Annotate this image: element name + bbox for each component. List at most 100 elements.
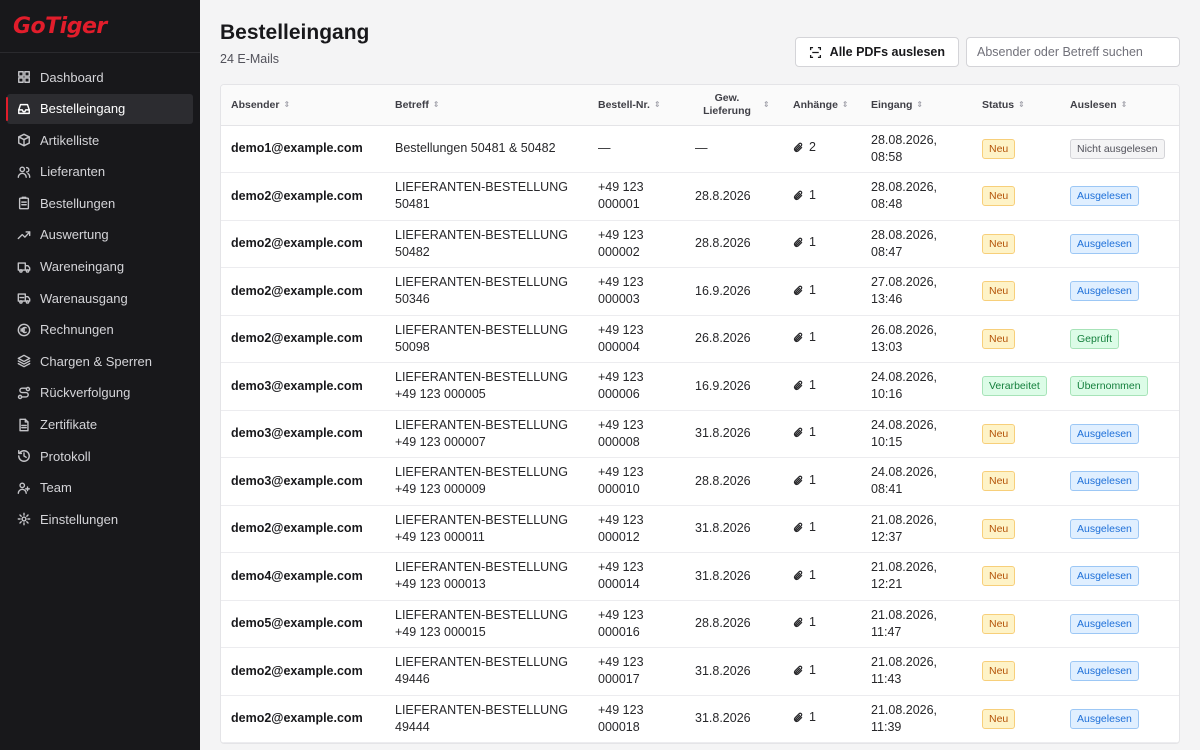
read-status-badge: Geprüft [1070, 328, 1120, 349]
table-row[interactable]: demo2@example.com LIEFERANTEN-BESTELLUNG … [221, 315, 1179, 363]
column-header-label: Betreff [395, 98, 429, 111]
order-number-cell: +49 123 000010 [588, 457, 685, 506]
table-row[interactable]: demo4@example.com LIEFERANTEN-BESTELLUNG … [221, 552, 1179, 601]
column-header[interactable]: Status ⇕ [972, 85, 1060, 126]
table-row[interactable]: demo2@example.com LIEFERANTEN-BESTELLUNG … [221, 267, 1179, 316]
status-badge: Neu [982, 423, 1016, 444]
read-status-cell: Ausgelesen [1060, 647, 1179, 696]
column-header-label: Gew. Lieferung [703, 91, 751, 117]
sender-cell: demo3@example.com [221, 410, 385, 458]
attachments-cell[interactable]: 2 [783, 125, 861, 173]
sidebar-item-protokoll[interactable]: Protokoll [7, 441, 193, 471]
table-row[interactable]: demo2@example.com LIEFERANTEN-BESTELLUNG … [221, 505, 1179, 553]
received-cell: 21.08.2026, 12:37 [861, 505, 972, 553]
column-header[interactable]: Absender ⇕ [221, 85, 385, 126]
status-badge: Neu [982, 186, 1016, 207]
status-badge: Neu [982, 708, 1016, 729]
sidebar-item-rechnungen[interactable]: Rechnungen [7, 315, 193, 345]
delivery-date-cell: 26.8.2026 [685, 315, 783, 363]
title-block: Bestelleingang 24 E-Mails [220, 20, 369, 66]
read-status-cell: Ausgelesen [1060, 220, 1179, 268]
table-row[interactable]: demo3@example.com LIEFERANTEN-BESTELLUNG … [221, 457, 1179, 506]
status-cell: Neu [972, 172, 1060, 221]
table-row[interactable]: demo1@example.com Bestellungen 50481 & 50… [221, 125, 1179, 173]
attachments-cell[interactable]: 1 [783, 315, 861, 363]
column-header[interactable]: Bestell-Nr. ⇕ [588, 85, 685, 126]
attachments-cell[interactable]: 1 [783, 552, 861, 601]
sidebar-item-label: Rechnungen [40, 322, 114, 338]
sidebar-item-einstellungen[interactable]: Einstellungen [7, 504, 193, 534]
sidebar-item-zertifikate[interactable]: Zertifikate [7, 410, 193, 440]
logo[interactable]: GoTiger [0, 0, 200, 53]
inbox-icon [16, 101, 32, 117]
table-row[interactable]: demo3@example.com LIEFERANTEN-BESTELLUNG … [221, 362, 1179, 411]
column-header[interactable]: Anhänge ⇕ [783, 85, 861, 126]
grid-icon [16, 69, 32, 85]
sidebar-item-bestellungen[interactable]: Bestellungen [7, 188, 193, 218]
received-cell: 28.08.2026, 08:58 [861, 125, 972, 173]
status-badge: Neu [982, 471, 1016, 492]
attachments-cell[interactable]: 1 [783, 220, 861, 268]
attachments-cell[interactable]: 1 [783, 457, 861, 506]
attachments-cell[interactable]: 1 [783, 362, 861, 411]
attachments-cell[interactable]: 1 [783, 410, 861, 458]
attachments-cell[interactable]: 1 [783, 505, 861, 553]
paperclip-icon [793, 570, 803, 580]
truck-out-icon [16, 290, 32, 306]
status-badge: Neu [982, 518, 1016, 539]
column-header[interactable]: Gew. Lieferung ⇕ [685, 85, 783, 126]
trend-icon [16, 227, 32, 243]
paperclip-icon [793, 237, 803, 248]
attachment-count: 1 [809, 377, 816, 392]
order-number-cell: +49 123 000002 [588, 220, 685, 268]
sidebar-item-dashboard[interactable]: Dashboard [7, 62, 193, 92]
table-row[interactable]: demo2@example.com LIEFERANTEN-BESTELLUNG … [221, 220, 1179, 268]
read-status-badge: Ausgelesen [1070, 613, 1139, 634]
sort-icon: ⇕ [841, 100, 849, 110]
order-number-cell: +49 123 000006 [588, 362, 685, 411]
page-title: Bestelleingang [220, 21, 370, 44]
attachments-cell[interactable]: 1 [783, 600, 861, 648]
table-row[interactable]: demo5@example.com LIEFERANTEN-BESTELLUNG … [221, 600, 1179, 648]
sidebar-item-lieferanten[interactable]: Lieferanten [7, 157, 193, 187]
table-row[interactable]: demo2@example.com LIEFERANTEN-BESTELLUNG … [221, 647, 1179, 696]
table-row[interactable]: demo2@example.com LIEFERANTEN-BESTELLUNG … [221, 695, 1179, 743]
attachment-count: 1 [809, 425, 816, 440]
sender-cell: demo5@example.com [221, 600, 385, 648]
gear-icon [16, 511, 32, 527]
delivery-date-cell: 31.8.2026 [685, 647, 783, 696]
sender-cell: demo1@example.com [221, 125, 385, 173]
subject-cell: LIEFERANTEN-BESTELLUNG 49446 [385, 647, 588, 696]
column-header[interactable]: Auslesen ⇕ [1060, 85, 1179, 126]
read-status-badge: Übernommen [1070, 376, 1148, 397]
attachments-cell[interactable]: 1 [783, 267, 861, 316]
sidebar-item-wareneingang[interactable]: Wareneingang [7, 252, 193, 282]
sidebar-item-artikelliste[interactable]: Artikelliste [7, 125, 193, 155]
column-header[interactable]: Eingang ⇕ [861, 85, 972, 126]
paperclip-icon [793, 665, 803, 675]
read-status-badge: Ausgelesen [1070, 708, 1139, 729]
status-badge: Neu [982, 233, 1016, 254]
order-number-cell: +49 123 000012 [588, 505, 685, 553]
sidebar: GoTiger Dashboard Bestelleingang Artikelli… [0, 0, 200, 750]
sidebar-item-auswertung[interactable]: Auswertung [7, 220, 193, 250]
search-input[interactable] [966, 37, 1180, 67]
sidebar-item-warenausgang[interactable]: Warenausgang [7, 283, 193, 313]
attachments-cell[interactable]: 1 [783, 172, 861, 221]
sidebar-item-rückverfolgung[interactable]: Rückverfolgung [7, 378, 193, 408]
sidebar-item-bestelleingang[interactable]: Bestelleingang [6, 93, 193, 124]
read-all-pdfs-button[interactable]: Alle PDFs auslesen [794, 37, 959, 67]
attachments-cell[interactable]: 1 [783, 647, 861, 696]
column-header-label: Auslesen [1070, 98, 1117, 111]
read-status-cell: Übernommen [1060, 362, 1179, 411]
column-header[interactable]: Betreff ⇕ [385, 85, 588, 126]
sort-icon: ⇕ [653, 100, 661, 110]
sidebar-item-team[interactable]: Team [7, 473, 193, 503]
table-row[interactable]: demo2@example.com LIEFERANTEN-BESTELLUNG … [221, 172, 1179, 221]
table-row[interactable]: demo3@example.com LIEFERANTEN-BESTELLUNG … [221, 410, 1179, 458]
attachments-cell[interactable]: 1 [783, 695, 861, 743]
paperclip-icon [793, 427, 803, 438]
users-icon [16, 164, 32, 180]
subject-cell: LIEFERANTEN-BESTELLUNG 50346 [385, 267, 588, 316]
sidebar-item-chargen-sperren[interactable]: Chargen & Sperren [7, 346, 193, 376]
